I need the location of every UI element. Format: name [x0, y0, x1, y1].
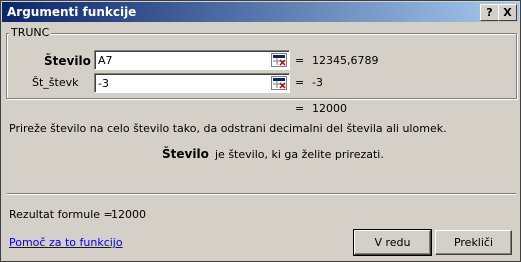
function-arguments-dialog: Argumenti funkcije ? X TRUNC Število A7 …: [0, 0, 521, 262]
help-link[interactable]: Pomoč za to funkcijo: [9, 236, 123, 249]
arg1-result: 12345,6789: [312, 54, 379, 67]
ok-button[interactable]: V redu: [353, 229, 432, 256]
close-button[interactable]: X: [498, 4, 517, 21]
arg2-equals: =: [295, 76, 305, 89]
arg1-equals: =: [295, 54, 305, 67]
function-description: Prireže število na celo število tako, da…: [9, 122, 447, 135]
range-select-icon[interactable]: [271, 76, 287, 90]
overall-result: 12000: [312, 102, 347, 115]
dialog-title: Argumenti funkcije: [7, 5, 137, 19]
overall-equals: =: [295, 102, 305, 115]
arg2-value: -3: [98, 77, 109, 90]
arg1-label: Število: [44, 54, 91, 68]
separator: [7, 193, 516, 195]
arg1-input[interactable]: A7: [94, 50, 290, 70]
arg2-result: -3: [312, 76, 323, 89]
arg-help-text: je število, ki ga želite prirezati.: [215, 148, 384, 161]
function-name-label: TRUNC: [9, 26, 52, 39]
range-select-icon[interactable]: [271, 53, 287, 67]
arg-help-name: Število: [162, 147, 209, 161]
arg1-value: A7: [98, 54, 113, 67]
title-bar[interactable]: Argumenti funkcije ? X: [2, 2, 519, 22]
arg2-label: Št_števk: [32, 76, 79, 89]
formula-result-label: Rezultat formule =: [9, 208, 113, 221]
arg2-input[interactable]: -3: [94, 73, 290, 93]
help-button[interactable]: ?: [480, 4, 499, 21]
cancel-button[interactable]: Prekliči: [435, 230, 512, 255]
formula-result-value: 12000: [111, 208, 146, 221]
